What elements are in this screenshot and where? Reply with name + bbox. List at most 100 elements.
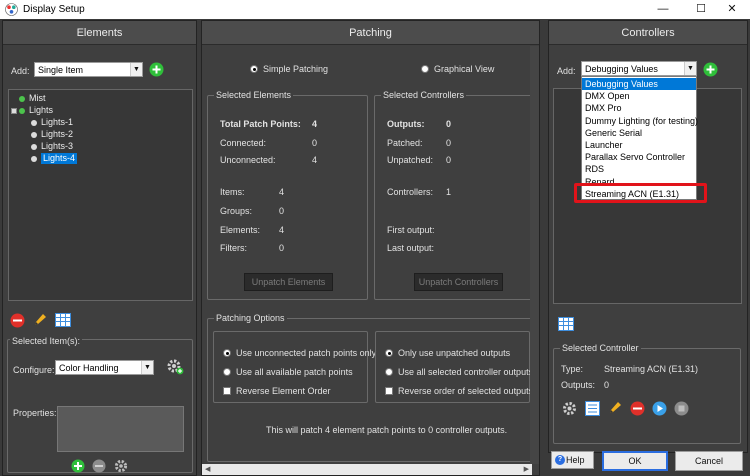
elements-header: Elements	[3, 21, 196, 45]
configure-value: Color Handling	[59, 363, 119, 373]
controller-outputs-value: 0	[604, 380, 610, 390]
selected-items-group: Selected Item(s): Configure: Color Handl…	[7, 336, 193, 473]
light-dot-icon	[31, 156, 37, 162]
tree-item-lights-3[interactable]: Lights-3	[41, 141, 73, 152]
configure-select[interactable]: Color Handling ▼	[55, 360, 154, 375]
add-controller-plus-icon[interactable]	[703, 62, 718, 77]
unpatched-label: Unpatched:	[387, 155, 434, 165]
patching-header: Patching	[202, 21, 539, 45]
reverse-selected-checkbox[interactable]	[385, 387, 393, 395]
dropdown-option-generic-serial[interactable]: Generic Serial	[582, 127, 696, 139]
collapse-toggle-icon[interactable]	[11, 108, 17, 114]
property-gear-icon[interactable]	[114, 459, 128, 473]
help-button[interactable]: ? Help	[551, 451, 594, 469]
controllers-add-select[interactable]: Debugging Values ▼	[581, 61, 697, 76]
selected-controller-group: Selected Controller Type: Streaming ACN …	[553, 343, 741, 444]
controller-stop-icon[interactable]	[674, 401, 689, 416]
patching-panel: Patching Simple Patching Graphical View …	[201, 20, 540, 476]
simple-patching-radio[interactable]	[250, 65, 258, 73]
elements-count-value: 4	[279, 225, 285, 235]
filters-label: Filters:	[220, 243, 247, 253]
reverse-element-checkbox[interactable]	[223, 387, 231, 395]
selected-controllers-title: Selected Controllers	[381, 90, 467, 100]
use-all-selected-label[interactable]: Use all selected controller outputs	[398, 367, 533, 377]
configure-gear-icon[interactable]	[166, 358, 184, 376]
controller-remove-icon[interactable]	[630, 401, 645, 416]
cancel-button[interactable]: Cancel	[675, 451, 743, 471]
controller-grid-icon[interactable]	[558, 317, 574, 331]
tree-item-lights-4[interactable]: Lights-4	[41, 153, 78, 164]
patched-label: Patched:	[387, 138, 423, 148]
properties-list[interactable]	[57, 406, 184, 452]
only-unpatched-radio[interactable]	[385, 349, 393, 357]
patching-options-title: Patching Options	[214, 313, 287, 323]
reverse-element-label[interactable]: Reverse Element Order	[236, 386, 331, 396]
chevron-down-icon: ▼	[684, 62, 696, 75]
unpatch-elements-button[interactable]: Unpatch Elements	[244, 273, 333, 291]
use-unconnected-radio[interactable]	[223, 349, 231, 357]
tree-item-mist[interactable]: Mist	[29, 93, 46, 104]
elements-add-label: Add:	[11, 66, 30, 76]
connected-value: 0	[312, 138, 318, 148]
simple-patching-label[interactable]: Simple Patching	[263, 64, 328, 74]
patching-scrollbar[interactable]	[530, 46, 539, 464]
add-property-icon[interactable]	[71, 459, 85, 473]
patching-horizontal-scrollbar[interactable]: ◀ ▶	[202, 464, 532, 475]
remove-element-icon[interactable]	[10, 313, 25, 328]
elements-add-select[interactable]: Single Item ▼	[34, 62, 143, 77]
elements-add-value: Single Item	[38, 65, 84, 75]
items-value: 4	[279, 187, 285, 197]
tree-item-lights-1[interactable]: Lights-1	[41, 117, 73, 128]
dropdown-option-debugging-values[interactable]: Debugging Values	[582, 78, 696, 91]
close-button[interactable]: ✕	[714, 0, 750, 19]
selected-items-title: Selected Item(s):	[10, 336, 83, 346]
controller-type-value: Streaming ACN (E1.31)	[604, 364, 699, 374]
dropdown-option-dummy-lighting[interactable]: Dummy Lighting (for testing)	[582, 115, 698, 127]
outputs-label: Outputs:	[387, 119, 425, 129]
elements-panel: Elements Add: Single Item ▼ Mist Lights …	[2, 20, 197, 476]
controller-gear-icon[interactable]	[562, 401, 577, 416]
minimize-button[interactable]: —	[645, 0, 681, 19]
pencil-rename-icon[interactable]	[32, 312, 48, 328]
help-label: Help	[566, 455, 585, 465]
groups-value: 0	[279, 206, 285, 216]
items-label: Items:	[220, 187, 245, 197]
use-all-selected-radio[interactable]	[385, 368, 393, 376]
controller-options-box: Only use unpatched outputs Use all selec…	[375, 331, 533, 403]
add-element-plus-icon[interactable]	[149, 62, 164, 77]
graphical-view-radio[interactable]	[421, 65, 429, 73]
controller-pencil-icon[interactable]	[607, 400, 623, 416]
dropdown-option-parallax-servo[interactable]: Parallax Servo Controller	[582, 151, 696, 163]
dropdown-option-dmx-open[interactable]: DMX Open	[582, 90, 696, 102]
grid-edit-icon[interactable]	[55, 313, 71, 327]
element-options-box: Use unconnected patch points only Use al…	[213, 331, 376, 403]
unpatch-controllers-button[interactable]: Unpatch Controllers	[414, 273, 503, 291]
configure-label: Configure:	[13, 365, 55, 375]
use-all-available-label[interactable]: Use all available patch points	[236, 367, 353, 377]
graphical-view-label[interactable]: Graphical View	[434, 64, 494, 74]
controller-type-dropdown[interactable]: Debugging Values DMX Open DMX Pro Dummy …	[581, 76, 698, 200]
scroll-right-arrow-icon[interactable]: ▶	[524, 464, 529, 475]
unconnected-value: 4	[312, 155, 318, 165]
dropdown-option-dmx-pro[interactable]: DMX Pro	[582, 102, 696, 114]
reverse-selected-label[interactable]: Reverse order of selected outputs	[398, 386, 533, 396]
controllers-add-value: Debugging Values	[585, 64, 658, 74]
controller-start-icon[interactable]	[652, 401, 667, 416]
unconnected-label: Unconnected:	[220, 155, 276, 165]
use-all-available-radio[interactable]	[223, 368, 231, 376]
light-dot-icon	[31, 144, 37, 150]
ok-button[interactable]: OK	[602, 451, 668, 471]
dropdown-option-rds[interactable]: RDS	[582, 163, 696, 175]
scroll-left-arrow-icon[interactable]: ◀	[205, 464, 210, 475]
use-unconnected-label[interactable]: Use unconnected patch points only	[236, 348, 376, 358]
dropdown-option-launcher[interactable]: Launcher	[582, 139, 696, 151]
tree-item-lights-2[interactable]: Lights-2	[41, 129, 73, 140]
only-unpatched-label[interactable]: Only use unpatched outputs	[398, 348, 510, 358]
tree-item-lights[interactable]: Lights	[29, 105, 53, 116]
controller-outputs-label: Outputs:	[561, 380, 596, 390]
elements-tree[interactable]: Mist Lights Lights-1 Lights-2 Lights-3 L…	[8, 89, 193, 301]
chevron-down-icon: ▼	[141, 361, 153, 374]
controller-list-icon[interactable]	[585, 401, 600, 416]
remove-property-icon[interactable]	[92, 459, 106, 473]
connected-label: Connected:	[220, 138, 267, 148]
